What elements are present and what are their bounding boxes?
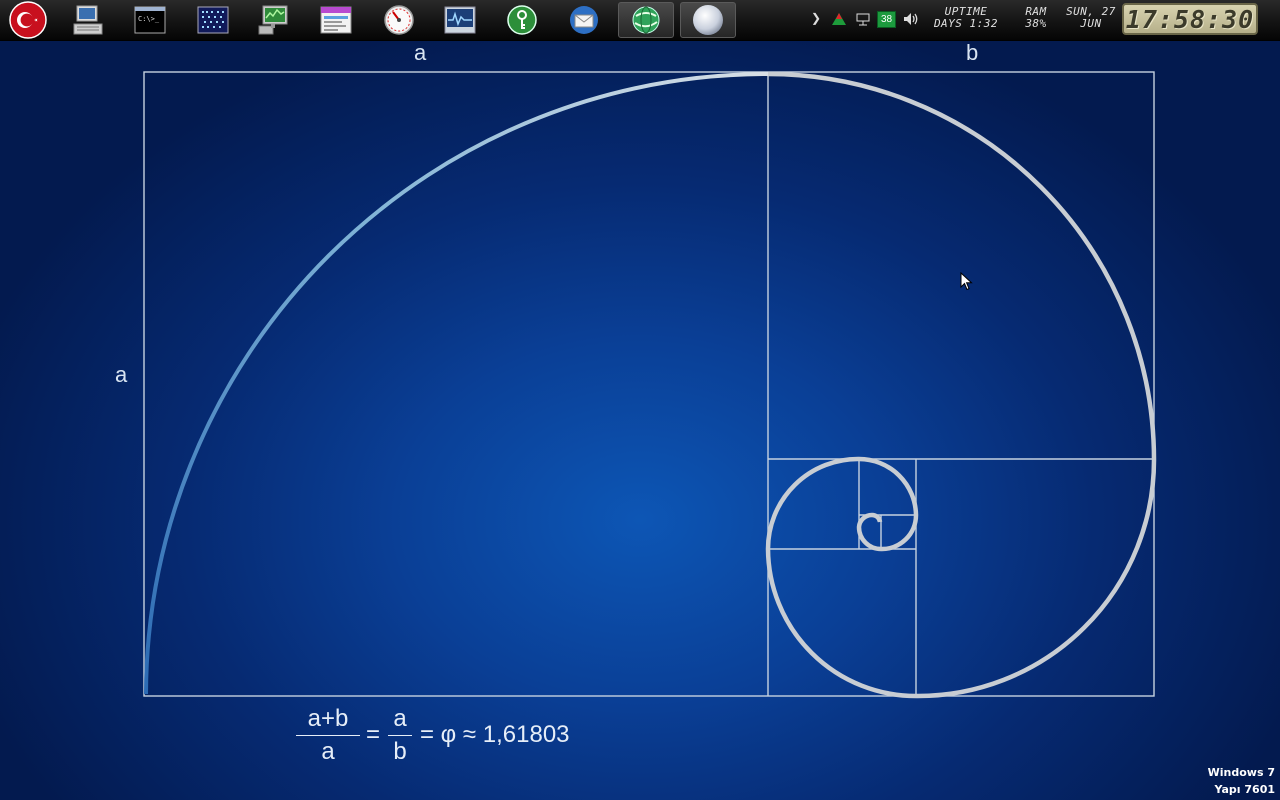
golden-spiral-wallpaper <box>143 71 1157 699</box>
fraction-a-over-b: a b <box>388 705 412 766</box>
fraction2-numerator: a <box>388 705 412 736</box>
fraction2-denominator: b <box>393 738 407 765</box>
label-top-b: b <box>966 40 979 65</box>
watermark-line2: Yapı 7601 <box>1214 783 1275 796</box>
fraction-a-plus-b-over-a: a+b a <box>296 705 360 766</box>
windows-build-watermark: Windows 7 Yapı 7601 <box>1208 764 1275 798</box>
equals-sign: = <box>366 721 381 748</box>
fraction1-denominator: a <box>321 738 335 765</box>
phi-value: = φ ≈ 1,61803 <box>420 721 570 748</box>
spiral-inner <box>765 71 1157 699</box>
mouse-cursor-icon <box>960 272 973 291</box>
spiral-outer-arc <box>144 72 769 695</box>
golden-rectangles <box>143 71 1155 697</box>
fraction1-numerator: a+b <box>296 705 360 736</box>
label-top-a: a <box>414 40 427 65</box>
label-left-a: a <box>115 362 128 387</box>
watermark-line1: Windows 7 <box>1207 766 1275 779</box>
